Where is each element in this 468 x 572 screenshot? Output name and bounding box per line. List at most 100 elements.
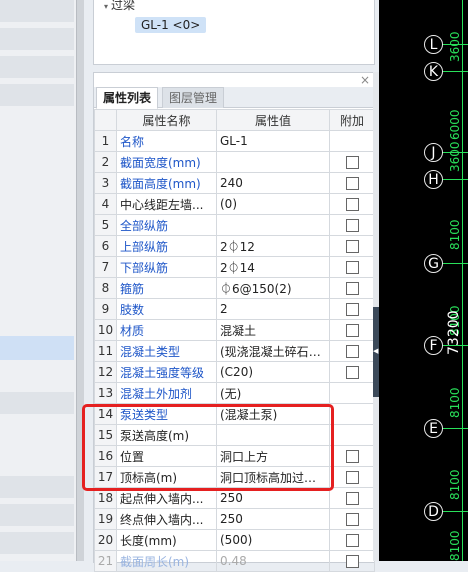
- extra-checkbox[interactable]: [345, 471, 359, 484]
- table-row[interactable]: 3 截面高度(mm) 240: [94, 172, 375, 194]
- table-row[interactable]: 10 材质 混凝土: [94, 319, 375, 341]
- extra-checkbox[interactable]: [345, 450, 359, 463]
- cad-canvas[interactable]: L K J H G F E D 3600 6000 3600 8100 8100 8100 8100 8100…: [379, 0, 468, 561]
- extra-checkbox[interactable]: [345, 177, 359, 190]
- extra-checkbox[interactable]: [345, 345, 359, 358]
- table-row[interactable]: 11 混凝土类型 (现浇混凝土碎石<...: [94, 340, 375, 362]
- property-name: 箍筋: [116, 277, 217, 299]
- extra-cell: [329, 466, 375, 488]
- property-value[interactable]: 2⏀14: [216, 256, 330, 278]
- property-name: 截面高度(mm): [116, 172, 217, 194]
- row-index: 9: [94, 298, 117, 320]
- extra-checkbox[interactable]: [345, 240, 359, 253]
- property-value[interactable]: (0): [216, 193, 330, 215]
- table-row[interactable]: 12 混凝土强度等级 (C20): [94, 361, 375, 383]
- left-list-row[interactable]: [0, 56, 74, 79]
- extra-checkbox[interactable]: [345, 261, 359, 274]
- extra-checkbox[interactable]: [345, 534, 359, 547]
- table-row[interactable]: 20 长度(mm) (500): [94, 529, 375, 551]
- extra-checkbox[interactable]: [345, 513, 359, 526]
- property-value[interactable]: 240: [216, 172, 330, 194]
- collapse-arrow-icon[interactable]: ◀: [373, 347, 378, 355]
- table-row[interactable]: 18 起点伸入墙内... 250: [94, 487, 375, 509]
- property-value[interactable]: (现浇混凝土碎石<...: [216, 340, 330, 362]
- column-header-value: 属性值: [216, 109, 330, 131]
- close-icon[interactable]: ×: [360, 73, 370, 87]
- extra-checkbox[interactable]: [345, 282, 359, 295]
- left-list-row[interactable]: [0, 392, 74, 415]
- left-list-row[interactable]: [0, 84, 74, 107]
- property-name: 截面宽度(mm): [116, 151, 217, 173]
- extra-checkbox[interactable]: [345, 219, 359, 232]
- property-value[interactable]: (无): [216, 382, 330, 404]
- row-index: 13: [94, 382, 117, 404]
- property-value[interactable]: 混凝土: [216, 319, 330, 341]
- column-header-extra: 附加: [329, 109, 375, 131]
- property-value[interactable]: ⏀6@150(2): [216, 277, 330, 299]
- axis-marker: D: [424, 502, 443, 521]
- table-row[interactable]: 7 下部纵筋 2⏀14: [94, 256, 375, 278]
- axis-marker: J: [424, 143, 443, 162]
- row-index: 8: [94, 277, 117, 299]
- extra-cell: [329, 487, 375, 509]
- extra-cell: [329, 214, 375, 236]
- table-row[interactable]: 19 终点伸入墙内... 250: [94, 508, 375, 530]
- property-value[interactable]: GL-1: [216, 130, 330, 152]
- table-row[interactable]: 1 名称 GL-1: [94, 130, 375, 152]
- extra-cell: [329, 529, 375, 551]
- row-index: 18: [94, 487, 117, 509]
- extra-checkbox[interactable]: [345, 324, 359, 337]
- tab-layer-management[interactable]: 图层管理: [162, 87, 225, 108]
- tree-leaf-gl1[interactable]: GL-1 <0>: [135, 17, 207, 33]
- left-list-row[interactable]: [0, 476, 74, 499]
- column-header-index: [94, 109, 117, 131]
- property-value[interactable]: (C20): [216, 361, 330, 383]
- extra-checkbox[interactable]: [345, 555, 359, 568]
- property-value[interactable]: [216, 151, 330, 173]
- table-row[interactable]: 2 截面宽度(mm): [94, 151, 375, 173]
- table-row[interactable]: 8 箍筋 ⏀6@150(2): [94, 277, 375, 299]
- property-value[interactable]: (500): [216, 529, 330, 551]
- left-list-row[interactable]: [0, 504, 74, 527]
- property-value[interactable]: (混凝土泵): [216, 403, 330, 425]
- extra-cell: [329, 151, 375, 173]
- property-value[interactable]: [216, 214, 330, 236]
- tab-property-list[interactable]: 属性列表: [96, 87, 159, 109]
- table-row[interactable]: 21 截面周长(m) 0.48: [94, 550, 375, 572]
- tree-node-lintel[interactable]: ▾ 过梁: [104, 0, 135, 13]
- table-row[interactable]: 15 泵送高度(m): [94, 424, 375, 446]
- collapse-caret-icon[interactable]: ▾: [104, 2, 108, 11]
- left-list-row-selected[interactable]: [0, 336, 74, 361]
- dimension-label: 8100: [448, 469, 462, 500]
- extra-checkbox[interactable]: [345, 156, 359, 169]
- extra-checkbox[interactable]: [345, 198, 359, 211]
- property-value[interactable]: 洞口上方: [216, 445, 330, 467]
- table-row[interactable]: 6 上部纵筋 2⏀12: [94, 235, 375, 257]
- row-index: 16: [94, 445, 117, 467]
- left-list-row[interactable]: [0, 0, 74, 23]
- table-row[interactable]: 13 混凝土外加剂 (无): [94, 382, 375, 404]
- left-list-row[interactable]: [0, 28, 74, 51]
- extra-checkbox[interactable]: [345, 492, 359, 505]
- left-list-row[interactable]: [0, 532, 74, 555]
- property-value[interactable]: 2⏀12: [216, 235, 330, 257]
- row-index: 15: [94, 424, 117, 446]
- property-value[interactable]: 2: [216, 298, 330, 320]
- property-value[interactable]: 0.48: [216, 550, 330, 572]
- property-value[interactable]: 250: [216, 508, 330, 530]
- extra-checkbox[interactable]: [345, 303, 359, 316]
- table-row[interactable]: 4 中心线距左墙... (0): [94, 193, 375, 215]
- table-row[interactable]: 17 顶标高(m) 洞口顶标高加过梁...: [94, 466, 375, 488]
- property-name: 位置: [116, 445, 217, 467]
- table-row[interactable]: 14 泵送类型 (混凝土泵): [94, 403, 375, 425]
- table-row[interactable]: 16 位置 洞口上方: [94, 445, 375, 467]
- table-row[interactable]: 9 肢数 2: [94, 298, 375, 320]
- property-name: 混凝土外加剂: [116, 382, 217, 404]
- property-value[interactable]: [216, 424, 330, 446]
- table-row[interactable]: 5 全部纵筋: [94, 214, 375, 236]
- extra-checkbox[interactable]: [345, 366, 359, 379]
- property-name: 名称: [116, 130, 217, 152]
- property-value[interactable]: 250: [216, 487, 330, 509]
- extra-cell: [329, 256, 375, 278]
- property-value[interactable]: 洞口顶标高加过梁...: [216, 466, 330, 488]
